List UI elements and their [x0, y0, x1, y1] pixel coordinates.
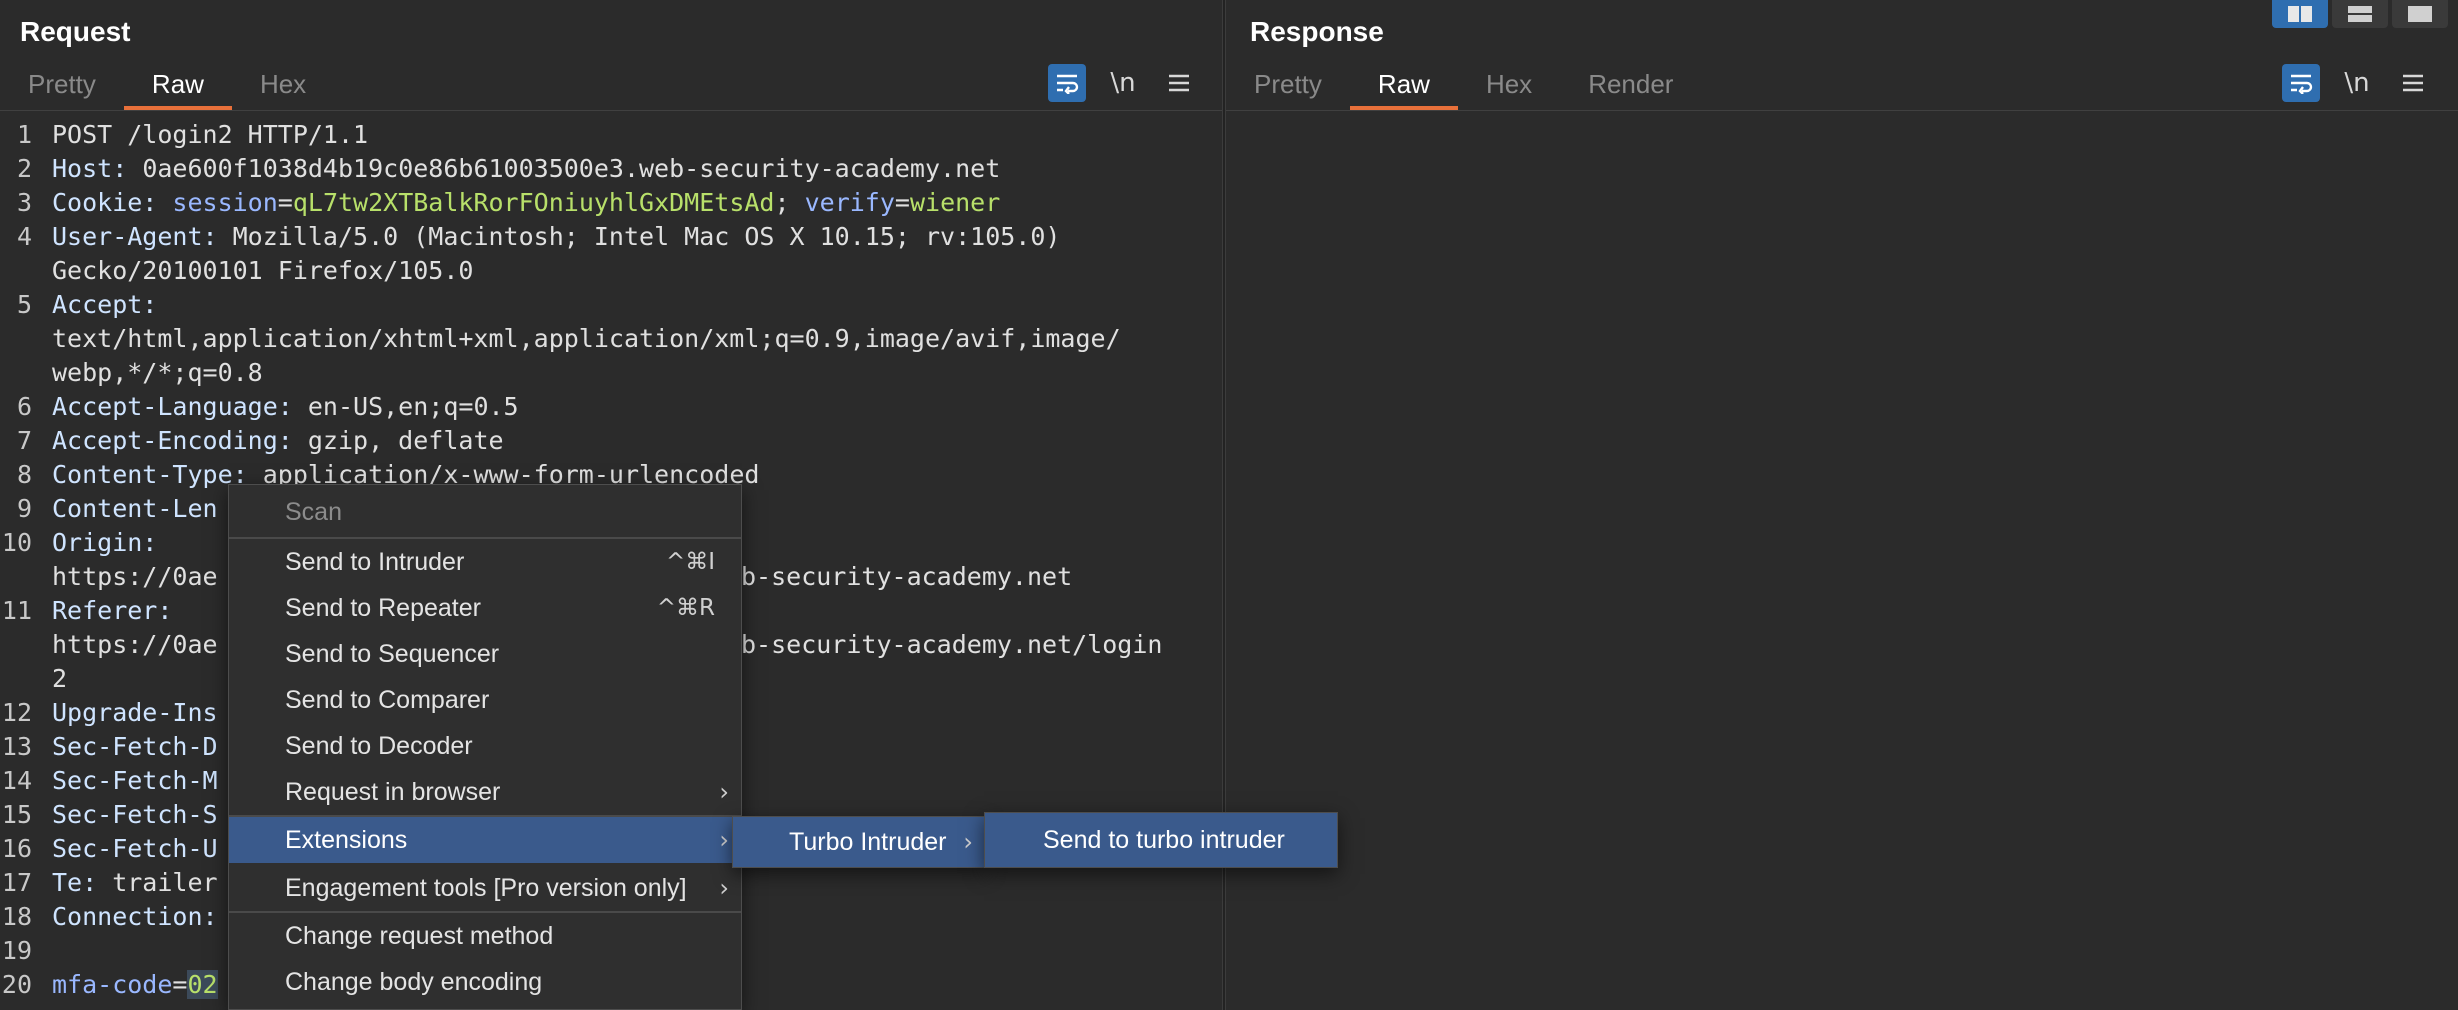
response-tab-rule [1226, 110, 2458, 111]
response-tools: \n [2282, 64, 2432, 102]
hamburger-menu-icon[interactable] [1160, 64, 1198, 102]
turbo-intruder-submenu: Send to turbo intruder [984, 812, 1338, 868]
chevron-right-icon: › [719, 874, 729, 902]
response-pane: Response Pretty Raw Hex Render \n [1226, 0, 2458, 1010]
request-tab-pretty[interactable]: Pretty [0, 64, 124, 110]
wrap-lines-icon[interactable] [2282, 64, 2320, 102]
request-tab-raw[interactable]: Raw [123, 64, 232, 110]
menu-item-send-to-sequencer[interactable]: Send to Sequencer [229, 631, 741, 677]
code-line: Gecko/20100101 Firefox/105.0 [52, 256, 474, 285]
menu-item-send-to-comparer[interactable]: Send to Comparer [229, 677, 741, 723]
chevron-right-icon: › [719, 826, 729, 854]
chevron-right-icon: › [719, 778, 729, 806]
selected-mfa-code: 02 [187, 970, 218, 999]
context-menu: Scan Send to Intruder ^⌘I Send to Repeate… [228, 484, 742, 1010]
menu-item-change-request-method[interactable]: Change request method [229, 913, 741, 959]
single-pane-icon[interactable] [2392, 0, 2448, 28]
response-tab-render[interactable]: Render [1560, 64, 1701, 110]
extensions-submenu: Turbo Intruder › [732, 816, 986, 868]
menu-item-send-to-decoder[interactable]: Send to Decoder [229, 723, 741, 769]
wrap-lines-icon[interactable] [1048, 64, 1086, 102]
code-line: text/html,application/xhtml+xml,applicat… [52, 324, 1121, 353]
menu-item-extensions[interactable]: Extensions › [229, 817, 741, 863]
code-line: 3 Cookie: session=qL7tw2XTBalkRorFOniuyhl… [16, 188, 1001, 217]
code-line: webp,*/*;q=0.8 [52, 358, 263, 387]
menu-item-change-body-encoding[interactable]: Change body encoding [229, 959, 741, 1005]
chevron-right-icon: › [963, 828, 973, 856]
code-line: 4 User-Agent: Mozilla/5.0 (Macintosh; Int… [16, 222, 1061, 251]
request-title: Request [20, 16, 131, 47]
menu-item-scan: Scan [285, 498, 342, 526]
split-vertical-icon[interactable] [2272, 0, 2328, 28]
code-line: 5 Accept: [16, 290, 158, 319]
response-tab-hex[interactable]: Hex [1458, 64, 1560, 110]
menu-item-turbo-intruder[interactable]: Turbo Intruder › [733, 817, 985, 867]
hamburger-menu-icon[interactable] [2394, 64, 2432, 102]
response-title: Response [1250, 16, 1384, 47]
newline-toggle-button[interactable]: \n [2338, 64, 2376, 102]
request-tab-rule [0, 110, 1222, 111]
response-tab-pretty[interactable]: Pretty [1226, 64, 1350, 110]
menu-item-send-to-turbo-intruder[interactable]: Send to turbo intruder [985, 813, 1337, 867]
menu-item-engagement-tools[interactable]: Engagement tools [Pro version only] › [229, 865, 741, 911]
code-line: 1 POST /login2 HTTP/1.1 [16, 120, 369, 149]
response-tabs: Pretty Raw Hex Render [1226, 64, 1701, 110]
newline-toggle-button[interactable]: \n [1104, 64, 1142, 102]
code-line: 2 Host: 0ae600f1038d4b19c0e86b61003500e3.… [16, 154, 1001, 183]
request-tabs: Pretty Raw Hex [0, 64, 334, 110]
code-line: 7 Accept-Encoding: gzip, deflate [16, 426, 504, 455]
menu-item-send-to-intruder[interactable]: Send to Intruder ^⌘I [229, 539, 741, 585]
menu-item-send-to-repeater[interactable]: Send to Repeater ^⌘R [229, 585, 741, 631]
code-line: 6 Accept-Language: en-US,en;q=0.5 [16, 392, 519, 421]
layout-switch [2272, 0, 2448, 28]
request-tools: \n [1048, 64, 1198, 102]
request-tab-hex[interactable]: Hex [232, 64, 334, 110]
menu-item-request-in-browser[interactable]: Request in browser › [229, 769, 741, 815]
response-tab-raw[interactable]: Raw [1349, 64, 1458, 110]
split-horizontal-icon[interactable] [2332, 0, 2388, 28]
